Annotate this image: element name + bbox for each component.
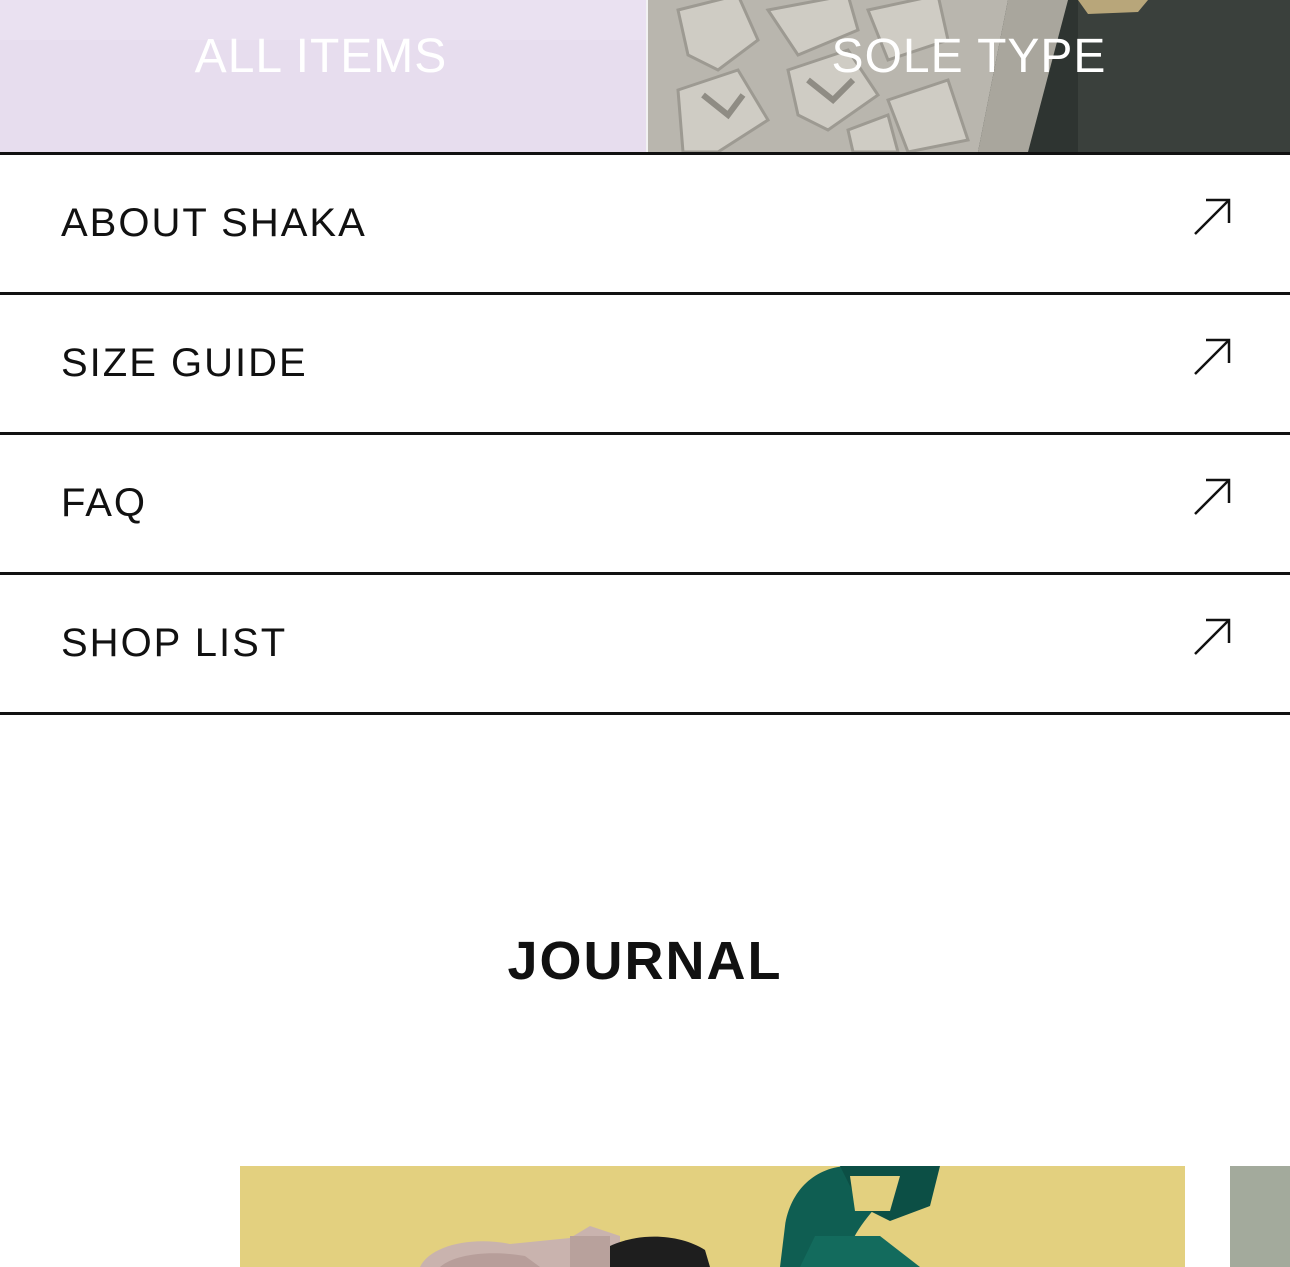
info-menu: ABOUT SHAKA SIZE GUIDE FAQ SHOP LIST xyxy=(0,155,1290,715)
category-tiles: ALL ITEMS SOLE TYPE xyxy=(0,0,1290,155)
tile-sole-type[interactable]: SOLE TYPE xyxy=(646,0,1290,152)
arrow-up-right-icon xyxy=(1194,478,1231,515)
menu-item-label: SHOP LIST xyxy=(61,621,288,665)
journal-card-next-peek[interactable] xyxy=(1230,1166,1290,1267)
arrow-up-right-icon xyxy=(1194,338,1231,375)
arrow-up-right-icon xyxy=(1194,618,1231,655)
menu-item-faq[interactable]: FAQ xyxy=(0,435,1290,575)
journal-heading: JOURNAL xyxy=(507,931,783,991)
menu-item-label: ABOUT SHAKA xyxy=(61,201,367,245)
menu-item-label: FAQ xyxy=(61,481,148,525)
tile-sole-type-label: SOLE TYPE xyxy=(831,30,1107,83)
tile-all-items[interactable]: ALL ITEMS xyxy=(0,0,646,152)
journal-card-image xyxy=(240,1166,1185,1267)
menu-item-shop-list[interactable]: SHOP LIST xyxy=(0,575,1290,715)
menu-item-about-shaka[interactable]: ABOUT SHAKA xyxy=(0,155,1290,295)
journal-card[interactable] xyxy=(240,1166,1185,1267)
menu-item-size-guide[interactable]: SIZE GUIDE xyxy=(0,295,1290,435)
tile-all-items-label: ALL ITEMS xyxy=(194,30,448,83)
arrow-up-right-icon xyxy=(1194,198,1231,235)
menu-item-label: SIZE GUIDE xyxy=(61,341,308,385)
